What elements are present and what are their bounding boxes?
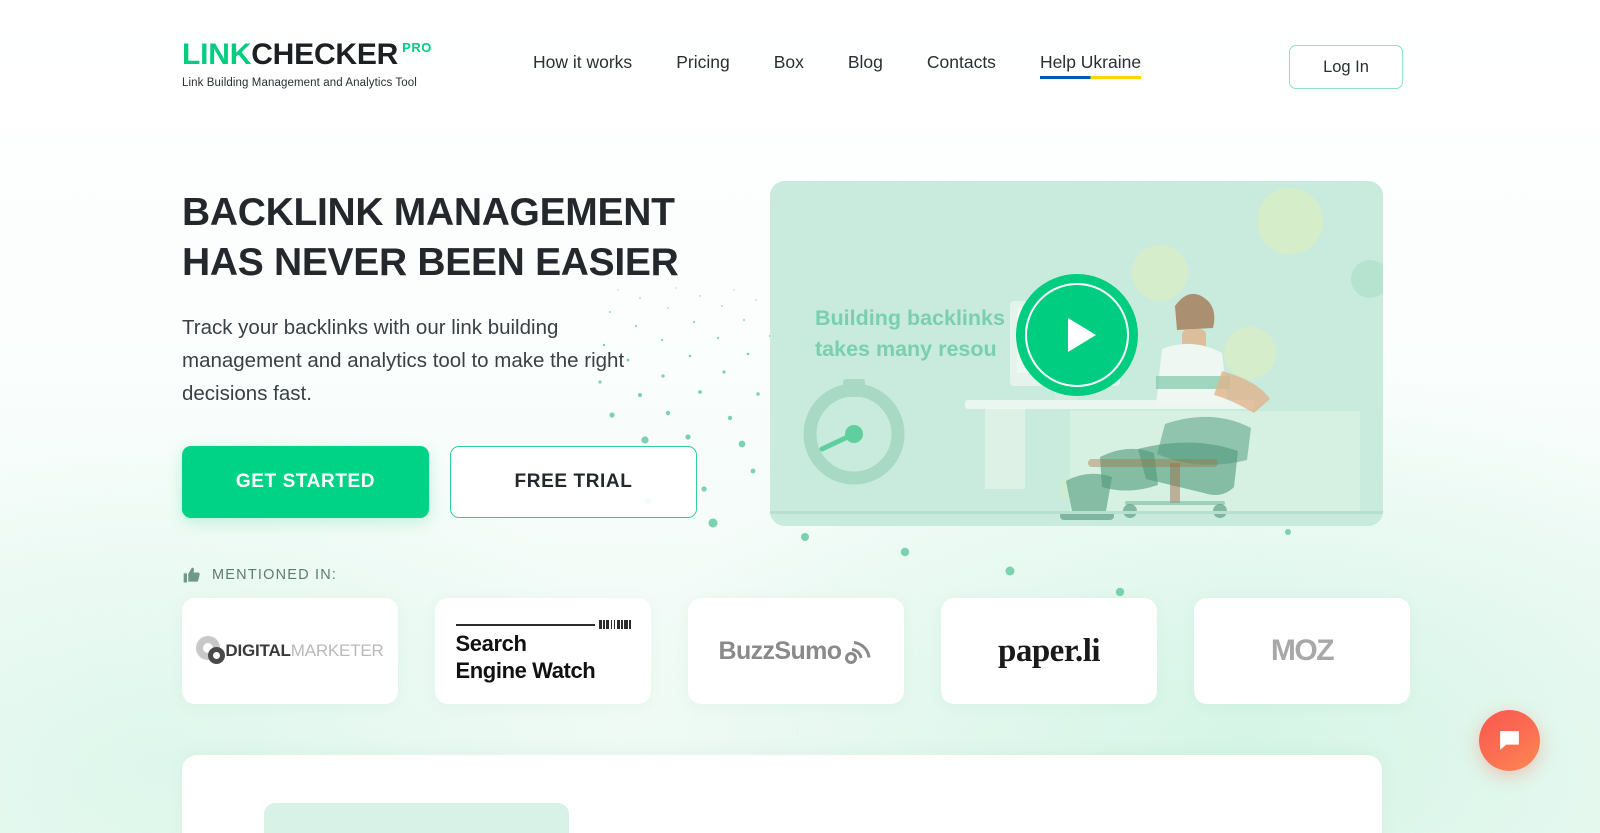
logo-wordmark: LINK CHECKER PRO [182,40,457,70]
hero-subtitle: Track your backlinks with our link build… [182,315,625,406]
nav-box[interactable]: Box [774,52,804,79]
nav-how-it-works[interactable]: How it works [533,52,632,79]
logo-tagline: Link Building Management and Analytics T… [182,77,417,89]
nav-blog[interactable]: Blog [848,52,883,79]
buzzsumo-wordmark: BuzzSumo [719,637,874,666]
paperli-wordmark: paper.li [997,632,1101,669]
rss-wave-icon [845,641,871,664]
dm-bold-text: DIGITAL [225,641,291,660]
free-trial-button[interactable]: FREE TRIAL [450,446,697,519]
barcode-icon [598,619,631,629]
hero-content: BACKLINK MANAGEMENT HAS NEVER BEEN EASIE… [182,188,742,519]
next-section-card [182,755,1382,833]
press-logo-list: DIGITAL MARKETER Search Engine Watch Buzz… [182,598,1410,704]
nav-pricing[interactable]: Pricing [676,52,730,79]
chat-widget-button[interactable] [1479,710,1540,771]
logo-text-link: LINK [182,38,252,71]
play-icon [1067,318,1096,352]
nav-contacts[interactable]: Contacts [927,52,996,79]
dm-light-text: MARKETER [290,641,384,660]
logo-pro-badge: PRO [402,40,432,55]
buzzsumo-text: BuzzSumo [718,636,843,665]
get-started-button[interactable]: GET STARTED [182,446,429,519]
mentioned-in-header: MENTIONED IN: [182,565,337,585]
mentioned-in-label: MENTIONED IN: [212,567,338,583]
sew-rule-barcode [455,619,631,629]
logo-paperli: paper.li [941,598,1157,704]
gears-icon [196,636,230,666]
logo-moz: MOZ [1194,598,1410,704]
login-button[interactable]: Log In [1289,45,1403,89]
logo-text-checker: CHECKER [251,38,399,71]
play-button[interactable] [1016,274,1138,396]
next-section-placeholder [264,803,569,833]
nav-help-ukraine[interactable]: Help Ukraine [1039,52,1142,79]
chat-bubble-icon [1500,731,1519,750]
sew-line1: Search [455,630,527,656]
page-title: BACKLINK MANAGEMENT HAS NEVER BEEN EASIE… [182,191,679,284]
logo-buzzsumo: BuzzSumo [688,598,904,704]
logo-digitalmarketer: DIGITAL MARKETER [182,598,398,704]
site-logo[interactable]: LINK CHECKER PRO Link Building Managemen… [182,40,457,90]
main-navigation: How it works Pricing Box Blog Contacts H… [533,52,1142,79]
hero-cta-group: GET STARTED FREE TRIAL [182,446,742,519]
sew-wordmark: Search Engine Watch [455,619,631,683]
site-header: LINK CHECKER PRO Link Building Managemen… [0,0,1600,130]
thumbs-up-icon [183,567,200,583]
digitalmarketer-wordmark: DIGITAL MARKETER [196,636,384,666]
sew-line2: Engine Watch [455,657,596,683]
moz-wordmark: MOZ [1270,634,1335,667]
landing-page: LINK CHECKER PRO Link Building Managemen… [0,0,1600,833]
hero-video-player[interactable]: Building backlinks takes many resou [770,181,1383,526]
ukraine-flag-icon [437,42,457,55]
logo-search-engine-watch: Search Engine Watch [435,598,651,704]
